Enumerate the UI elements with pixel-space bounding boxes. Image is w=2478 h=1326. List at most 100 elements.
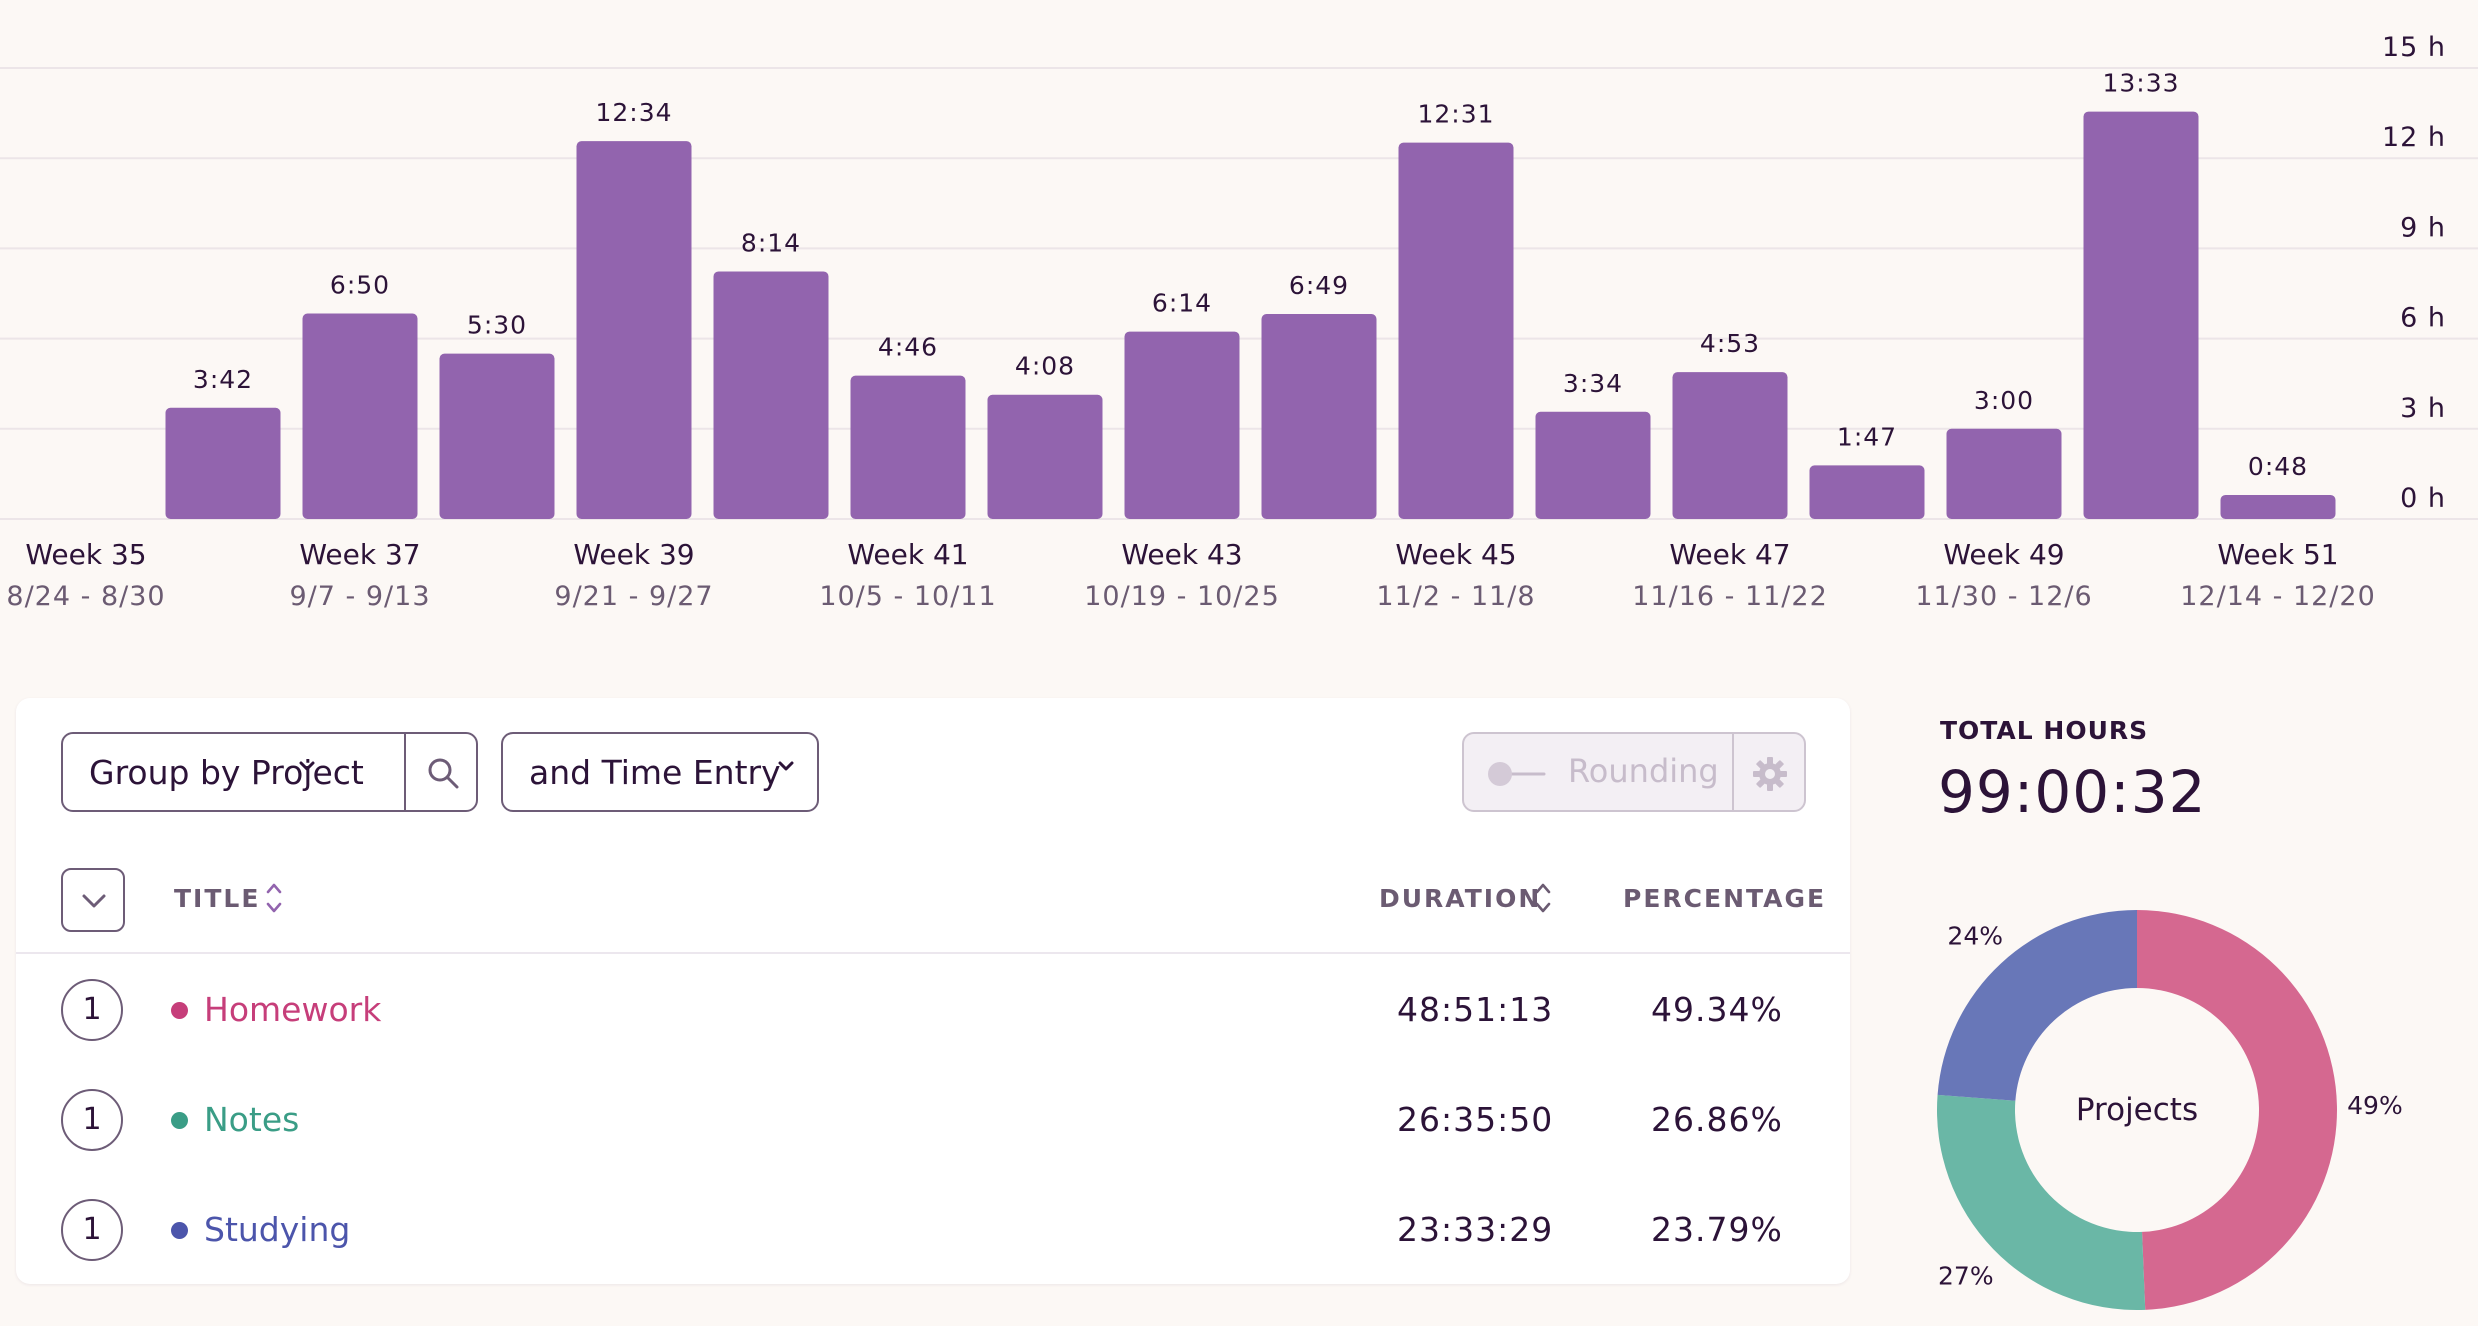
x-tick-range: 11/2 - 11/8 — [1376, 581, 1535, 612]
chevron-down-icon — [299, 761, 315, 771]
bar — [165, 407, 281, 519]
donut-center-label: Projects — [2076, 1092, 2198, 1128]
x-tick-range: 11/30 - 12/6 — [1915, 581, 2092, 612]
projects-donut-chart: Projects 49% 27% 24% — [1937, 910, 2403, 1310]
sort-icon[interactable] — [264, 880, 284, 916]
bar-data-label: 1:47 — [1837, 422, 1897, 451]
project-title-notes[interactable]: Notes — [204, 1100, 299, 1139]
header-divider — [16, 952, 1850, 954]
bar — [1535, 411, 1651, 519]
column-header-percentage: PERCENTAGE — [1623, 884, 1827, 913]
x-tick-range: 9/21 - 9/27 — [554, 581, 713, 612]
bar — [1946, 428, 2062, 519]
rounding-control: Rounding — [1462, 732, 1806, 812]
row-count-badge[interactable]: 1 — [61, 979, 123, 1041]
bar-data-label: 6:49 — [1289, 271, 1349, 300]
bar — [439, 353, 555, 519]
donut-slice-label: 27% — [1938, 1261, 1994, 1290]
y-tick-label: 6 h — [2400, 303, 2446, 334]
y-tick-label: 0 h — [2400, 483, 2446, 514]
bar — [1398, 142, 1514, 520]
bar-data-label: 5:30 — [467, 311, 527, 340]
segment-divider — [1732, 734, 1734, 810]
sort-icon[interactable] — [1533, 880, 1553, 916]
group-by-project-control: Group by Project — [61, 732, 478, 812]
rounding-toggle[interactable] — [1486, 760, 1548, 788]
bar — [576, 141, 692, 519]
bar — [850, 375, 966, 519]
row-percentage: 26.86% — [1651, 1100, 1783, 1139]
bar-data-label: 12:31 — [1417, 100, 1494, 129]
column-header-duration[interactable]: DURATION — [1379, 884, 1541, 913]
chevron-down-icon — [82, 894, 106, 908]
project-color-dot — [171, 1222, 188, 1239]
bar-data-label: 12:34 — [595, 98, 672, 127]
x-tick-range: 10/19 - 10/25 — [1084, 581, 1280, 612]
bar — [302, 313, 418, 519]
x-tick-range: 8/24 - 8/30 — [6, 581, 165, 612]
search-icon[interactable] — [426, 756, 462, 792]
donut-slice-label: 49% — [2347, 1091, 2403, 1120]
row-duration: 48:51:13 — [1397, 990, 1554, 1029]
x-tick-week: Week 47 — [1669, 538, 1790, 571]
x-tick-week: Week 51 — [2217, 538, 2338, 571]
rounding-label: Rounding — [1568, 752, 1719, 790]
bar-data-label: 0:48 — [2248, 452, 2308, 481]
bar — [987, 394, 1103, 519]
row-duration: 23:33:29 — [1397, 1210, 1554, 1249]
x-tick-week: Week 35 — [25, 538, 146, 571]
chevron-down-icon — [778, 761, 794, 771]
gear-icon[interactable] — [1750, 754, 1790, 794]
bar — [1809, 465, 1925, 519]
x-tick-week: Week 45 — [1395, 538, 1516, 571]
project-title-studying[interactable]: Studying — [204, 1210, 350, 1249]
x-tick-week: Week 37 — [299, 538, 420, 571]
x-tick-range: 11/16 - 11/22 — [1632, 581, 1828, 612]
bar — [713, 271, 829, 519]
total-hours-value: 99:00:32 — [1938, 758, 2207, 826]
y-tick-label: 12 h — [2382, 122, 2446, 153]
x-tick-range: 12/14 - 12/20 — [2180, 581, 2376, 612]
bar-data-label: 3:42 — [193, 365, 253, 394]
secondary-group-dropdown[interactable]: and Time Entry — [501, 732, 819, 812]
x-tick-week: Week 39 — [573, 538, 694, 571]
x-tick-range: 10/5 - 10/11 — [819, 581, 996, 612]
row-percentage: 23.79% — [1651, 1210, 1783, 1249]
bar-data-label: 4:53 — [1700, 329, 1760, 358]
column-header-title[interactable]: TITLE — [174, 884, 260, 913]
donut-slice-label: 24% — [1947, 921, 2003, 950]
total-hours-label: TOTAL HOURS — [1940, 716, 2149, 745]
bar — [2220, 494, 2336, 519]
x-tick-week: Week 49 — [1943, 538, 2064, 571]
secondary-group-label: and Time Entry — [529, 752, 781, 792]
bar — [1261, 314, 1377, 519]
y-tick-label: 15 h — [2382, 32, 2446, 63]
bar — [1672, 372, 1788, 519]
bar-data-label: 4:08 — [1015, 352, 1075, 381]
project-color-dot — [171, 1112, 188, 1129]
row-duration: 26:35:50 — [1397, 1100, 1554, 1139]
row-percentage: 49.34% — [1651, 990, 1783, 1029]
weekly-hours-chart: 3:42 6:50 5:30 12:34 8:14 4:46 4:08 6:14 6:49 12:… — [0, 32, 2478, 612]
y-tick-label: 3 h — [2400, 393, 2446, 424]
bar-data-label: 8:14 — [741, 228, 801, 257]
project-color-dot — [171, 1002, 188, 1019]
bar — [2083, 111, 2199, 519]
row-count-badge[interactable]: 1 — [61, 1199, 123, 1261]
bar-data-label: 3:00 — [1974, 386, 2034, 415]
x-tick-week: Week 41 — [847, 538, 968, 571]
bar-data-label: 4:46 — [878, 333, 938, 362]
y-tick-label: 9 h — [2400, 212, 2446, 243]
project-title-homework[interactable]: Homework — [204, 990, 381, 1029]
group-by-project-dropdown[interactable]: Group by Project — [63, 753, 364, 792]
expand-all-button[interactable] — [61, 868, 125, 932]
x-tick-week: Week 43 — [1121, 538, 1242, 571]
segment-divider — [404, 734, 406, 810]
x-tick-range: 9/7 - 9/13 — [290, 581, 431, 612]
bar — [1124, 331, 1240, 519]
bar-data-label: 6:50 — [330, 271, 390, 300]
row-count-badge[interactable]: 1 — [61, 1089, 123, 1151]
bar-data-label: 6:14 — [1152, 289, 1212, 318]
bar-data-label: 3:34 — [1563, 369, 1623, 398]
bar-data-label: 13:33 — [2102, 69, 2179, 98]
